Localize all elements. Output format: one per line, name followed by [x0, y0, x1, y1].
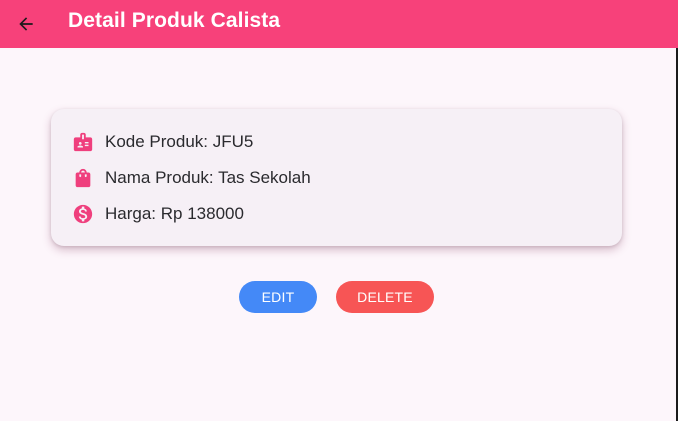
product-detail-card: Kode Produk: JFU5 Nama Produk: Tas Sekol…: [51, 109, 622, 246]
product-name-text: Nama Produk: Tas Sekolah: [105, 168, 311, 187]
page-title: Detail Produk Calista: [68, 9, 281, 32]
app-bar: Detail Produk Calista: [0, 0, 678, 48]
product-price-row: Harga: Rp 138000: [72, 202, 244, 226]
delete-button[interactable]: DELETE: [336, 281, 434, 313]
product-price-text: Harga: Rp 138000: [105, 204, 244, 223]
product-code-text: Kode Produk: JFU5: [105, 132, 254, 151]
arrow-back-icon: [19, 17, 33, 31]
edit-button[interactable]: EDIT: [239, 281, 317, 313]
back-button[interactable]: [12, 10, 40, 38]
dollar-circle-icon: [72, 203, 94, 225]
id-badge-icon: [72, 131, 94, 153]
shopping-bag-icon: [72, 167, 94, 189]
product-name-row: Nama Produk: Tas Sekolah: [72, 166, 311, 190]
product-code-row: Kode Produk: JFU5: [72, 130, 253, 154]
